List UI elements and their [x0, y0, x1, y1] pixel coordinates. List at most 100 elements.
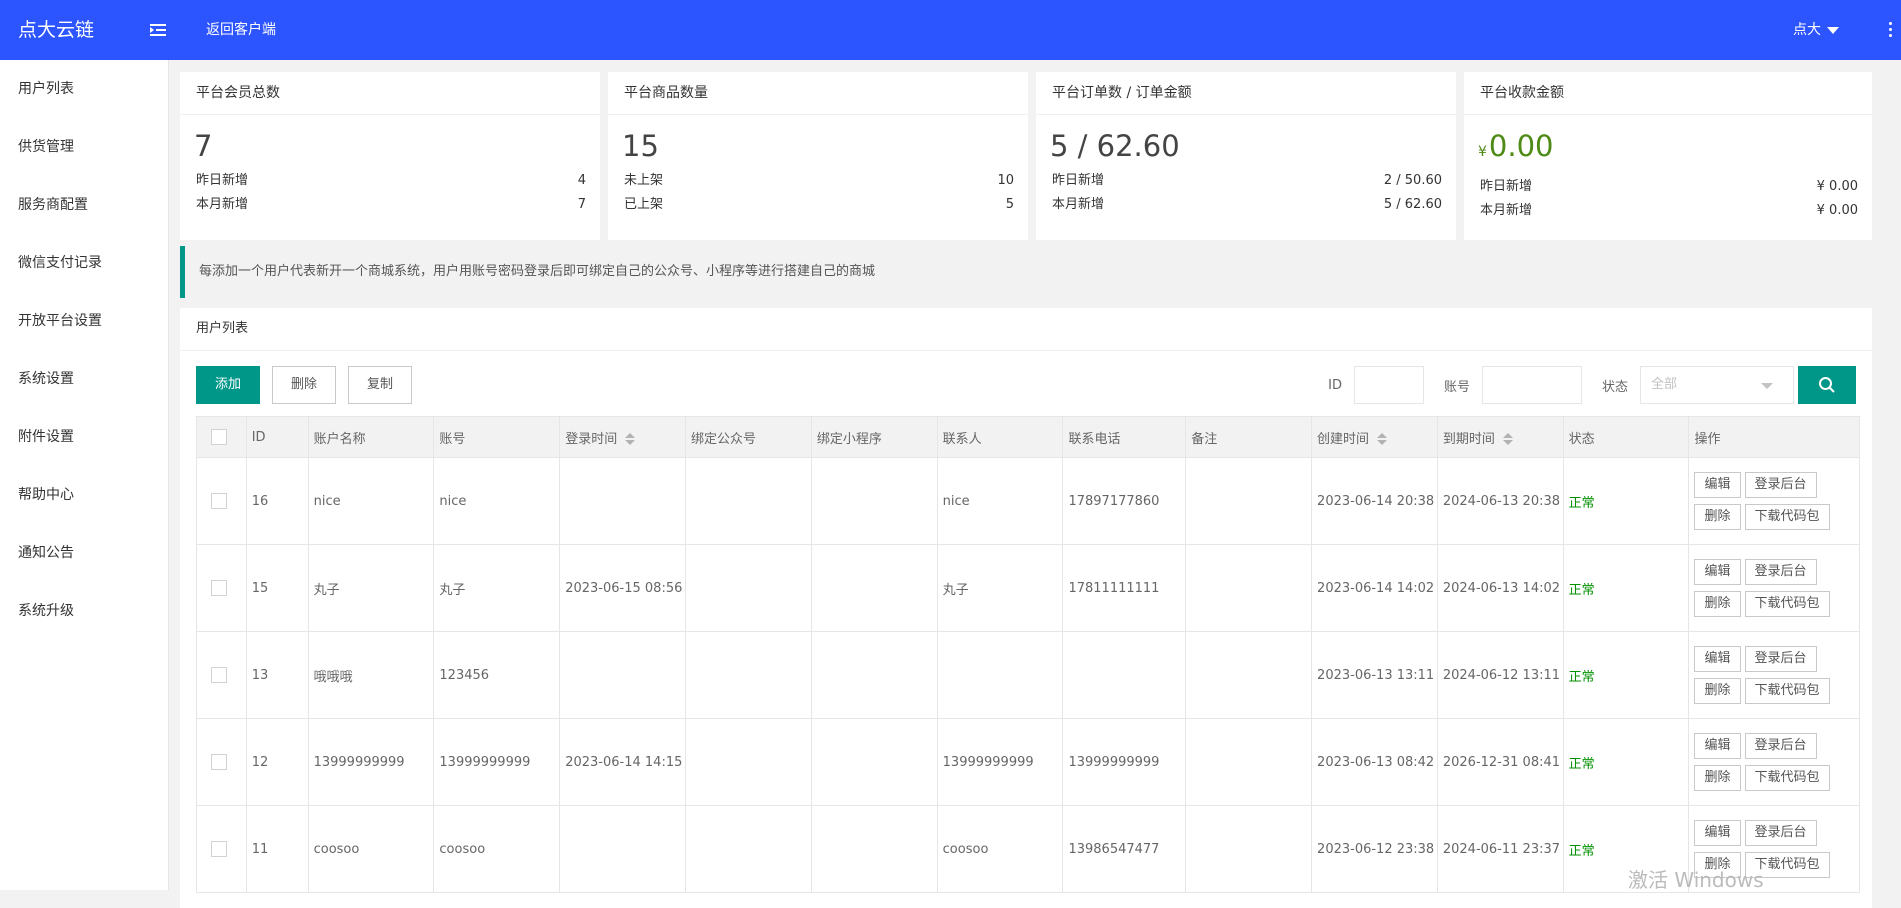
- row-checkbox[interactable]: [211, 580, 227, 596]
- add-button[interactable]: 添加: [196, 366, 261, 404]
- cell-account: 123456: [433, 631, 561, 719]
- cell-account-name: 13999999999: [307, 718, 435, 806]
- top-bar: 点大云链 返回客户端 点大: [0, 0, 1901, 60]
- download-code-button[interactable]: 下载代码包: [1744, 765, 1830, 791]
- stat-card-title: 平台订单数 / 订单金额: [1036, 72, 1456, 115]
- sort-icon[interactable]: [1377, 433, 1388, 445]
- cell-contact: [936, 631, 1064, 719]
- row-delete-button[interactable]: 删除: [1694, 591, 1741, 617]
- edit-button[interactable]: 编辑: [1694, 733, 1741, 759]
- menu-fold-icon[interactable]: [148, 20, 168, 40]
- sidebar-item-attachment-settings[interactable]: 附件设置: [0, 408, 168, 466]
- stat-card-orders: 平台订单数 / 订单金额 5 / 62.60 昨日新增 2 / 50.60 本月新…: [1036, 72, 1456, 240]
- stat-row-label: 本月新增: [1480, 203, 1533, 218]
- id-filter-input[interactable]: [1353, 366, 1424, 404]
- row-checkbox[interactable]: [211, 493, 227, 509]
- cell-expires: 2024-06-13 20:38: [1436, 457, 1564, 545]
- edit-button[interactable]: 编辑: [1694, 559, 1741, 585]
- login-backend-button[interactable]: 登录后台: [1744, 472, 1817, 498]
- sidebar-item-notices[interactable]: 通知公告: [0, 524, 168, 582]
- sidebar-item-wechat-pay-records[interactable]: 微信支付记录: [0, 234, 168, 292]
- login-backend-button[interactable]: 登录后台: [1744, 820, 1817, 846]
- status-filter-label: 状态: [1601, 379, 1628, 395]
- stat-row-value: 5 / 62.60: [1383, 197, 1442, 212]
- sidebar-item-user-list[interactable]: 用户列表: [0, 60, 168, 118]
- stat-card-products: 平台商品数量 15 未上架 10 已上架 5: [608, 72, 1028, 240]
- search-filters: ID 账号 状态 全部: [1308, 366, 1856, 404]
- cell-mini-program: [810, 544, 938, 632]
- search-button[interactable]: [1798, 366, 1856, 404]
- cell-official-account: [685, 805, 812, 893]
- stat-card-members: 平台会员总数 7 昨日新增 4 本月新增 7: [180, 72, 600, 240]
- cell-expires: 2026-12-31 08:41: [1436, 718, 1564, 806]
- toolbar: 添加 删除 复制: [196, 366, 424, 404]
- col-header-expires[interactable]: 到期时间: [1436, 416, 1564, 458]
- user-menu[interactable]: 点大: [1793, 0, 1839, 60]
- delete-button[interactable]: 删除: [272, 366, 337, 404]
- currency-symbol: ¥: [1478, 144, 1487, 160]
- cell-remark: [1185, 631, 1313, 719]
- cell-login-time: [559, 805, 687, 893]
- table-row: 11 coosoo coosoo coosoo 13986547477 2023-06-1…: [196, 805, 1860, 893]
- table-row: 12 13999999999 13999999999 2023-06-14 14:15…: [196, 718, 1860, 806]
- login-backend-button[interactable]: 登录后台: [1744, 646, 1817, 672]
- login-backend-button[interactable]: 登录后台: [1744, 559, 1817, 585]
- cell-contact: nice: [936, 457, 1064, 545]
- caret-down-icon: [1827, 26, 1839, 34]
- copy-button[interactable]: 复制: [348, 366, 413, 404]
- cell-actions: 编辑 登录后台 删除 下载代码包: [1688, 544, 1860, 632]
- col-header-phone: 联系电话: [1062, 416, 1187, 458]
- row-delete-button[interactable]: 删除: [1694, 504, 1741, 530]
- cell-actions: 编辑 登录后台 删除 下载代码包: [1688, 457, 1860, 545]
- search-icon: [1819, 377, 1835, 393]
- sidebar-item-open-platform[interactable]: 开放平台设置: [0, 292, 168, 350]
- download-code-button[interactable]: 下载代码包: [1744, 504, 1830, 530]
- download-code-button[interactable]: 下载代码包: [1744, 678, 1830, 704]
- notice-banner: 每添加一个用户代表新开一个商城系统，用户用账号密码登录后即可绑定自己的公众号、小…: [180, 246, 1872, 298]
- more-vertical-icon[interactable]: [1889, 22, 1893, 38]
- cell-phone: 13986547477: [1062, 805, 1187, 893]
- sidebar-item-help-center[interactable]: 帮助中心: [0, 466, 168, 524]
- sidebar-item-provider-config[interactable]: 服务商配置: [0, 176, 168, 234]
- user-table: ID 账户名称 账号 登录时间 绑定公众号 绑定小程序 联系人 联系电话 备注 …: [196, 416, 1860, 893]
- cell-remark: [1185, 718, 1313, 806]
- login-backend-button[interactable]: 登录后台: [1744, 733, 1817, 759]
- cell-mini-program: [810, 631, 938, 719]
- row-delete-button[interactable]: 删除: [1694, 765, 1741, 791]
- row-delete-button[interactable]: 删除: [1694, 678, 1741, 704]
- sidebar-item-system-settings[interactable]: 系统设置: [0, 350, 168, 408]
- cell-created: 2023-06-13 13:11: [1311, 631, 1438, 719]
- cell-expires: 2024-06-11 23:37: [1436, 805, 1564, 893]
- cell-expires: 2024-06-13 14:02: [1436, 544, 1564, 632]
- cell-created: 2023-06-13 08:42: [1311, 718, 1438, 806]
- back-to-client-link[interactable]: 返回客户端: [206, 0, 276, 60]
- col-header-label: 到期时间: [1442, 431, 1495, 447]
- app-logo[interactable]: 点大云链: [18, 0, 94, 60]
- user-name: 点大: [1793, 22, 1821, 38]
- stat-row-value: 10: [997, 173, 1014, 188]
- sort-icon[interactable]: [1502, 433, 1513, 445]
- sidebar-item-system-upgrade[interactable]: 系统升级: [0, 582, 168, 640]
- row-select-cell: [196, 718, 247, 806]
- edit-button[interactable]: 编辑: [1694, 472, 1741, 498]
- sort-icon[interactable]: [625, 433, 636, 445]
- cell-login-time: 2023-06-15 08:56: [559, 544, 687, 632]
- edit-button[interactable]: 编辑: [1694, 646, 1741, 672]
- sidebar-item-supply[interactable]: 供货管理: [0, 118, 168, 176]
- select-all-checkbox[interactable]: [211, 429, 227, 445]
- cell-actions: 编辑 登录后台 删除 下载代码包: [1688, 718, 1860, 806]
- download-code-button[interactable]: 下载代码包: [1744, 591, 1830, 617]
- account-filter-input[interactable]: [1481, 366, 1582, 404]
- row-select-cell: [196, 544, 247, 632]
- col-header-created[interactable]: 创建时间: [1311, 416, 1438, 458]
- col-header-login-time[interactable]: 登录时间: [559, 416, 687, 458]
- cell-mini-program: [810, 718, 938, 806]
- status-filter-select[interactable]: 全部: [1640, 366, 1794, 404]
- row-checkbox[interactable]: [211, 667, 227, 683]
- row-select-cell: [196, 805, 247, 893]
- row-checkbox[interactable]: [211, 841, 227, 857]
- row-checkbox[interactable]: [211, 754, 227, 770]
- account-filter-label: 账号: [1443, 379, 1470, 395]
- edit-button[interactable]: 编辑: [1694, 820, 1741, 846]
- cell-remark: [1185, 805, 1313, 893]
